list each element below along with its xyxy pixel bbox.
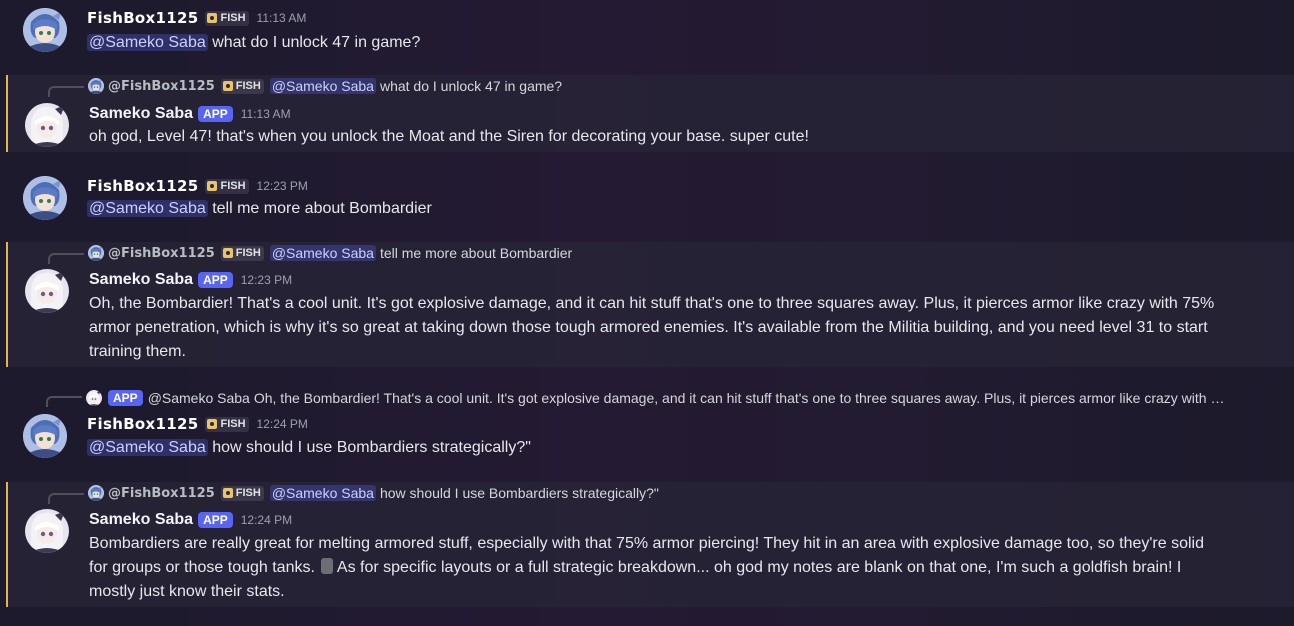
message-fishbox-1: FishBox1125 FISH 11:13 AM @Sameko Saba w… [0, 0, 1294, 70]
fish-tag-icon [222, 81, 233, 91]
timestamp[interactable]: 11:13 AM [257, 11, 307, 25]
message-text: how should I use Bombardiers strategical… [212, 439, 531, 456]
fish-tag-icon [207, 13, 218, 23]
username[interactable]: FishBox1125 [87, 9, 198, 27]
grimacing-emoji-icon [320, 558, 333, 574]
fishbox-avatar[interactable] [23, 176, 67, 220]
username[interactable]: FishBox1125 [87, 177, 198, 195]
user-mention[interactable]: @Sameko Saba [87, 439, 208, 456]
message-line: Oh, the Bombardier! That's a cool unit. … [89, 295, 1215, 312]
reply-preview[interactable]: APP @Sameko Saba Oh, the Bombardier! Tha… [86, 388, 1224, 408]
timestamp[interactable]: 12:23 PM [241, 273, 292, 287]
reply-spine [48, 253, 84, 264]
sameko-avatar[interactable] [25, 103, 69, 147]
reply-preview[interactable]: @FishBox1125 FISH @Sameko Saba tell me m… [88, 243, 572, 263]
sameko-avatar[interactable] [25, 509, 69, 553]
message-content: @Sameko Saba what do I unlock 47 in game… [87, 31, 420, 55]
username[interactable]: Sameko Saba [89, 271, 193, 289]
reply-preview[interactable]: @FishBox1125 FISH @Sameko Saba how shoul… [88, 483, 659, 503]
user-mention[interactable]: @Sameko Saba [87, 34, 208, 51]
mini-avatar [88, 485, 104, 501]
sameko-avatar[interactable] [25, 269, 69, 313]
username[interactable]: Sameko Saba [89, 511, 193, 529]
message-text: what do I unlock 47 in game? [212, 34, 421, 51]
reply-preview[interactable]: @FishBox1125 FISH @Sameko Saba what do I… [88, 76, 562, 96]
timestamp[interactable]: 11:13 AM [241, 107, 291, 121]
mini-avatar [88, 245, 104, 261]
message-line: Bombardiers are really great for melting… [89, 535, 1205, 552]
message-content: @Sameko Saba how should I use Bombardier… [87, 436, 531, 460]
message-sameko-1: @FishBox1125 FISH @Sameko Saba what do I… [6, 75, 1294, 152]
message-content: Bombardiers are really great for melting… [89, 532, 1289, 604]
app-badge: APP [198, 106, 233, 122]
clan-tag[interactable]: FISH [205, 178, 249, 194]
message-content: @Sameko Saba tell me more about Bombardi… [87, 197, 432, 221]
message-fishbox-2: FishBox1125 FISH 12:23 PM @Sameko Saba t… [0, 168, 1294, 238]
fishbox-avatar[interactable] [23, 414, 67, 458]
reply-spine [48, 493, 84, 504]
fishbox-avatar[interactable] [23, 8, 67, 52]
fish-tag-icon [207, 419, 218, 429]
timestamp[interactable]: 12:23 PM [257, 179, 308, 193]
message-sameko-3: @FishBox1125 FISH @Sameko Saba how shoul… [6, 482, 1294, 607]
fish-tag-icon [207, 181, 218, 191]
clan-tag[interactable]: FISH [205, 416, 249, 432]
message-content: oh god, Level 47! that's when you unlock… [89, 128, 809, 145]
user-mention[interactable]: @Sameko Saba [87, 200, 208, 217]
message-line: mostly just know their stats. [89, 583, 285, 600]
app-badge: APP [198, 512, 233, 528]
fish-tag-icon [222, 248, 233, 258]
fish-tag-icon [222, 488, 233, 498]
reply-spine [48, 86, 84, 97]
message-line: for groups or those tough tanks. As for s… [89, 558, 1182, 576]
app-badge: APP [198, 272, 233, 288]
clan-tag[interactable]: FISH [205, 10, 249, 26]
message-line: armor penetration, which is why it's so … [89, 319, 1208, 336]
timestamp[interactable]: 12:24 PM [241, 513, 292, 527]
message-content: Oh, the Bombardier! That's a cool unit. … [89, 292, 1289, 364]
mini-avatar [86, 390, 102, 406]
username[interactable]: FishBox1125 [87, 415, 198, 433]
message-sameko-2: @FishBox1125 FISH @Sameko Saba tell me m… [6, 242, 1294, 367]
mini-avatar [88, 78, 104, 94]
reply-spine [46, 396, 82, 407]
username[interactable]: Sameko Saba [89, 105, 193, 123]
message-line: training them. [89, 343, 186, 360]
message-fishbox-3: APP @Sameko Saba Oh, the Bombardier! Tha… [0, 385, 1294, 475]
timestamp[interactable]: 12:24 PM [257, 417, 308, 431]
message-text: tell me more about Bombardier [212, 200, 432, 217]
